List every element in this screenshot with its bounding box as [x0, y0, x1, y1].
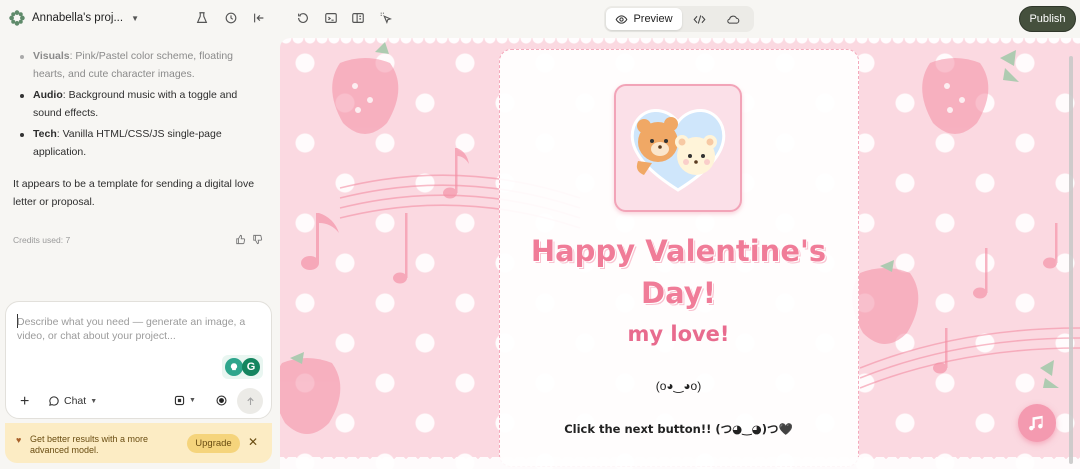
- headline-line-1: Happy Valentine's: [530, 234, 827, 268]
- chat-icon: [49, 396, 59, 406]
- list-item: Audio: Background music with a toggle an…: [18, 87, 253, 122]
- bottom-border-decoration: [280, 457, 1080, 469]
- next-instruction: Click the next button!! (つ◕‿◕)つ🖤: [564, 422, 793, 436]
- bullet-text: : Background music with a toggle and sou…: [33, 89, 238, 119]
- settings-icon[interactable]: [194, 10, 210, 26]
- bullet-text: : Vanilla HTML/CSS/JS single-page applic…: [33, 128, 222, 158]
- code-tab[interactable]: [682, 8, 716, 30]
- layout-icon[interactable]: [350, 10, 366, 26]
- bears-image: [614, 84, 742, 212]
- chevron-down-icon: ▼: [189, 397, 196, 404]
- chevron-down-icon: ▼: [131, 13, 139, 23]
- cloud-tab[interactable]: [716, 8, 750, 30]
- top-bar: Annabella's proj... ▼ Preview Publish: [0, 0, 1080, 38]
- thumbs-down-icon[interactable]: [252, 234, 263, 245]
- card-subtitle: my love!: [627, 322, 730, 346]
- publish-button[interactable]: Publish: [1019, 6, 1076, 32]
- plus-icon[interactable]: +: [20, 393, 29, 411]
- music-toggle-button[interactable]: [1018, 404, 1056, 442]
- list-item: Visuals: Pink/Pastel color scheme, float…: [18, 48, 253, 83]
- app: Annabella's proj... ▼ Preview Publish Vi…: [0, 0, 1080, 469]
- cloud-icon: [727, 15, 740, 24]
- thumbs-up-icon[interactable]: [235, 234, 246, 245]
- model-selector[interactable]: ▼: [173, 394, 196, 407]
- prompt-input[interactable]: Describe what you need — generate an ima…: [17, 315, 257, 343]
- eye-icon: [616, 14, 628, 24]
- view-toggle: Preview: [604, 6, 754, 32]
- preview-pane: Happy Valentine's Day! my love! (o◕‿◕o) …: [280, 38, 1080, 469]
- upgrade-button[interactable]: Upgrade: [187, 434, 240, 453]
- terminal-icon[interactable]: [323, 10, 339, 26]
- send-icon: [246, 396, 254, 405]
- close-icon[interactable]: ✕: [248, 435, 258, 449]
- code-icon: [693, 14, 705, 24]
- bullet-key: Visuals: [33, 50, 70, 62]
- grammarly-icon[interactable]: G: [242, 358, 260, 376]
- feature-list: Visuals: Pink/Pastel color scheme, float…: [18, 48, 253, 165]
- kaomoji: (o◕‿◕o): [655, 379, 702, 393]
- scrollbar[interactable]: [1069, 56, 1073, 464]
- refresh-icon[interactable]: [295, 10, 311, 26]
- assistant-message: It appears to be a template for sending …: [13, 178, 255, 208]
- valentine-card: Happy Valentine's Day! my love! (o◕‿◕o) …: [499, 49, 859, 467]
- card-headline: Happy Valentine's Day!: [500, 230, 857, 314]
- message-composer: Describe what you need — generate an ima…: [5, 301, 272, 419]
- preview-label: Preview: [633, 13, 673, 25]
- chevron-down-icon: ▼: [90, 397, 98, 405]
- headline-line-2: Day!: [641, 276, 716, 310]
- chat-panel: Visuals: Pink/Pastel color scheme, float…: [0, 38, 280, 469]
- credits-used: Credits used: 7: [13, 235, 71, 245]
- project-title: Annabella's proj...: [32, 12, 124, 24]
- preview-tab[interactable]: Preview: [606, 8, 682, 30]
- record-icon[interactable]: [215, 394, 228, 407]
- music-icon: [1029, 415, 1043, 431]
- history-icon[interactable]: [223, 10, 239, 26]
- grammar-assist-icon[interactable]: [225, 358, 243, 376]
- mode-label: Chat: [64, 395, 87, 407]
- feedback-buttons: [235, 234, 263, 245]
- upgrade-banner: ♥ Get better results with a more advance…: [5, 423, 272, 463]
- mode-selector[interactable]: Chat ▼: [48, 395, 97, 407]
- bullet-key: Audio: [33, 89, 63, 101]
- collapse-icon[interactable]: [251, 10, 267, 26]
- banner-text: Get better results with a more advanced …: [30, 434, 149, 455]
- bullet-key: Tech: [33, 128, 57, 140]
- model-icon: [174, 395, 185, 406]
- send-button[interactable]: [237, 388, 263, 414]
- select-icon[interactable]: [378, 10, 394, 26]
- app-logo-icon: [9, 10, 25, 26]
- list-item: Tech: Vanilla HTML/CSS/JS single-page ap…: [18, 126, 253, 161]
- heart-icon: ♥: [16, 435, 22, 445]
- project-selector[interactable]: Annabella's proj... ▼: [8, 9, 139, 27]
